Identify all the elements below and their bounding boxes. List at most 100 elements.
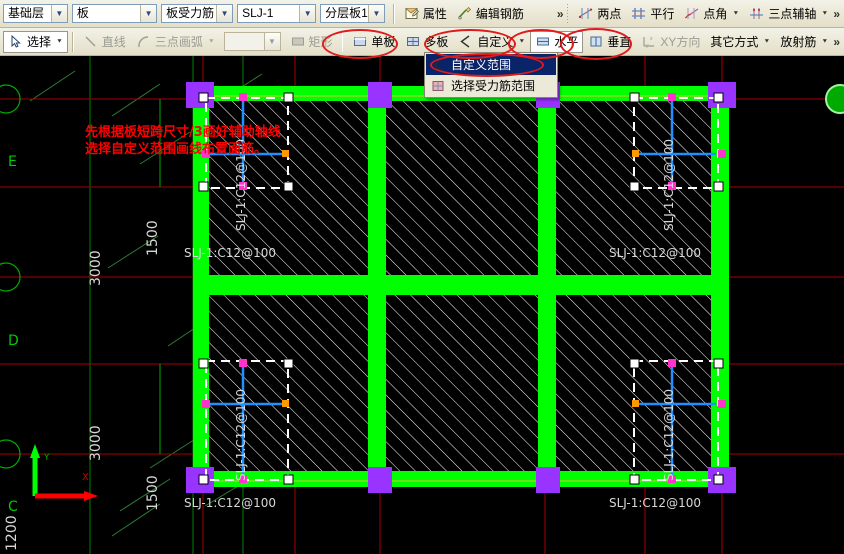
rectangle-tool[interactable]: 矩形: [285, 31, 338, 53]
ucs-y-label: Y: [43, 453, 50, 463]
two-point-axis-button[interactable]: 两点: [573, 3, 626, 25]
three-point-arc-tool[interactable]: 三点画弧 ▼: [131, 31, 220, 53]
parallel-axis-label: 平行: [650, 7, 675, 21]
chevron-down-icon[interactable]: ▼: [216, 5, 233, 22]
select-rebar-range-icon: [428, 79, 448, 93]
three-point-arc-label: 三点画弧: [154, 35, 203, 49]
three-point-aux-axis-button[interactable]: 三点辅轴 ▼: [744, 3, 833, 25]
rectangle-icon: [290, 34, 306, 49]
line-tool-label: 直线: [101, 35, 126, 49]
draw-layer-select[interactable]: ▼: [223, 32, 281, 51]
layer-select-value: 分层板1: [325, 6, 368, 20]
custom-range-dropdown-menu: 自定义范围 选择受力筋范围: [424, 52, 558, 98]
menu-item-select-rebar-range[interactable]: 选择受力筋范围: [426, 75, 556, 96]
rebar-type-value: 板受力筋: [166, 6, 215, 20]
single-slab-label: 单板: [371, 35, 396, 49]
select-tool[interactable]: 选择 ▼: [3, 30, 68, 53]
point-angle-axis-label: 点角: [703, 7, 728, 21]
beam-vertical-2: [368, 86, 386, 487]
other-method-label: 其它方式: [710, 35, 759, 49]
annotation-line-1: 先根据板短跨尺寸/3画好辅助轴线: [85, 125, 281, 140]
arc-icon: [136, 34, 152, 49]
xy-direction-button[interactable]: x y XY方向: [636, 31, 705, 53]
axis-bubble-circle-right: [825, 84, 844, 114]
component-type-select[interactable]: 板 ▼: [71, 4, 158, 23]
rectangle-tool-label: 矩形: [308, 35, 333, 49]
multi-slab-label: 多板: [424, 35, 449, 49]
vertical-button[interactable]: 垂直: [583, 31, 636, 53]
column-b1: [368, 82, 392, 108]
vertical-label: 垂直: [607, 35, 632, 49]
chevron-down-icon[interactable]: ▼: [208, 39, 215, 45]
second-toolbar-overflow-chevron[interactable]: »: [833, 35, 840, 49]
slab-panel-top-mid: [386, 100, 538, 276]
chevron-down-icon[interactable]: ▼: [518, 39, 525, 45]
column-c2: [536, 467, 560, 493]
line-icon: [83, 34, 99, 49]
three-point-aux-icon: [749, 6, 765, 21]
point-angle-axis-button[interactable]: 点角 ▼: [679, 3, 744, 25]
drawing-canvas[interactable]: Y X E D C 1500 3000 3000 1500 1200 SLJ-1:C12@100…: [0, 56, 844, 554]
chevron-down-icon[interactable]: ▼: [263, 33, 280, 50]
radial-rebar-label: 放射筋: [780, 35, 817, 49]
edit-rebar-icon: [457, 6, 473, 21]
svg-text:x: x: [650, 36, 653, 42]
toolbar-separator: [71, 31, 74, 52]
beam-vertical-3: [538, 86, 556, 487]
point-angle-icon: [684, 6, 700, 21]
chevron-down-icon[interactable]: ▼: [763, 39, 770, 45]
vertical-icon: [588, 34, 604, 49]
properties-icon: [404, 6, 420, 21]
rebar-type-select[interactable]: 板受力筋 ▼: [161, 4, 234, 23]
single-slab-button[interactable]: 单板: [347, 31, 400, 53]
xy-direction-icon: x y: [641, 34, 657, 49]
layer-select[interactable]: 分层板1 ▼: [320, 4, 385, 23]
chevron-down-icon[interactable]: ▼: [50, 5, 67, 22]
menu-item-custom-range[interactable]: 自定义范围: [426, 54, 556, 75]
line-tool[interactable]: 直线: [78, 31, 131, 53]
multi-slab-button[interactable]: 多板: [400, 31, 453, 53]
select-tool-label: 选择: [27, 35, 52, 49]
two-point-axis-label: 两点: [597, 7, 622, 21]
annotation-line-2: 选择自定义范围画线布置面筋。: [85, 142, 268, 157]
horizontal-button[interactable]: 水平: [530, 30, 584, 53]
xy-direction-label: XY方向: [660, 35, 701, 49]
custom-icon: [458, 34, 474, 49]
chevron-down-icon[interactable]: ▼: [299, 5, 316, 22]
parallel-axis-button[interactable]: 平行: [626, 3, 679, 25]
single-slab-icon: [352, 34, 368, 49]
chevron-down-icon[interactable]: ▼: [140, 5, 157, 22]
floor-select-value: 基础层: [8, 6, 45, 20]
column-b2: [368, 467, 392, 493]
menu-item-custom-range-label: 自定义范围: [451, 58, 512, 72]
custom-range-label: 自定义: [477, 35, 514, 49]
horizontal-icon: [535, 34, 551, 49]
top-toolbar-overflow-chevron-right[interactable]: »: [833, 7, 840, 21]
custom-range-button[interactable]: 自定义 ▼: [453, 31, 530, 53]
two-point-icon: [578, 6, 594, 21]
multi-slab-icon: [405, 34, 421, 49]
edit-rebar-button[interactable]: 编辑钢筋: [452, 3, 529, 25]
beam-right: [711, 86, 729, 487]
beam-middle-horizontal: [193, 275, 729, 295]
toolbar-dot-separator: [566, 3, 569, 24]
other-method-button[interactable]: 其它方式 ▼: [705, 31, 775, 53]
component-type-value: 板: [76, 6, 89, 20]
application-window: 基础层 ▼ 板 ▼ 板受力筋 ▼ SLJ-1 ▼ 分层板1 ▼ 属性 编辑钢筋 …: [0, 0, 844, 554]
properties-button[interactable]: 属性: [399, 3, 452, 25]
slab-panel-bottom-mid: [386, 295, 538, 472]
edit-rebar-button-label: 编辑钢筋: [475, 7, 524, 21]
chevron-down-icon[interactable]: ▼: [56, 39, 63, 45]
horizontal-label: 水平: [554, 35, 579, 49]
member-name-select[interactable]: SLJ-1 ▼: [237, 4, 317, 23]
chevron-down-icon[interactable]: ▼: [821, 39, 828, 45]
floor-select[interactable]: 基础层 ▼: [3, 4, 68, 23]
three-point-aux-axis-label: 三点辅轴: [768, 7, 817, 21]
chevron-down-icon[interactable]: ▼: [821, 11, 828, 17]
radial-rebar-button[interactable]: 放射筋 ▼: [775, 31, 833, 53]
top-toolbar: 基础层 ▼ 板 ▼ 板受力筋 ▼ SLJ-1 ▼ 分层板1 ▼ 属性 编辑钢筋 …: [0, 0, 844, 28]
top-toolbar-overflow-chevron[interactable]: »: [557, 7, 564, 21]
toolbar-separator: [341, 31, 344, 52]
chevron-down-icon[interactable]: ▼: [732, 11, 739, 17]
chevron-down-icon[interactable]: ▼: [367, 5, 384, 22]
